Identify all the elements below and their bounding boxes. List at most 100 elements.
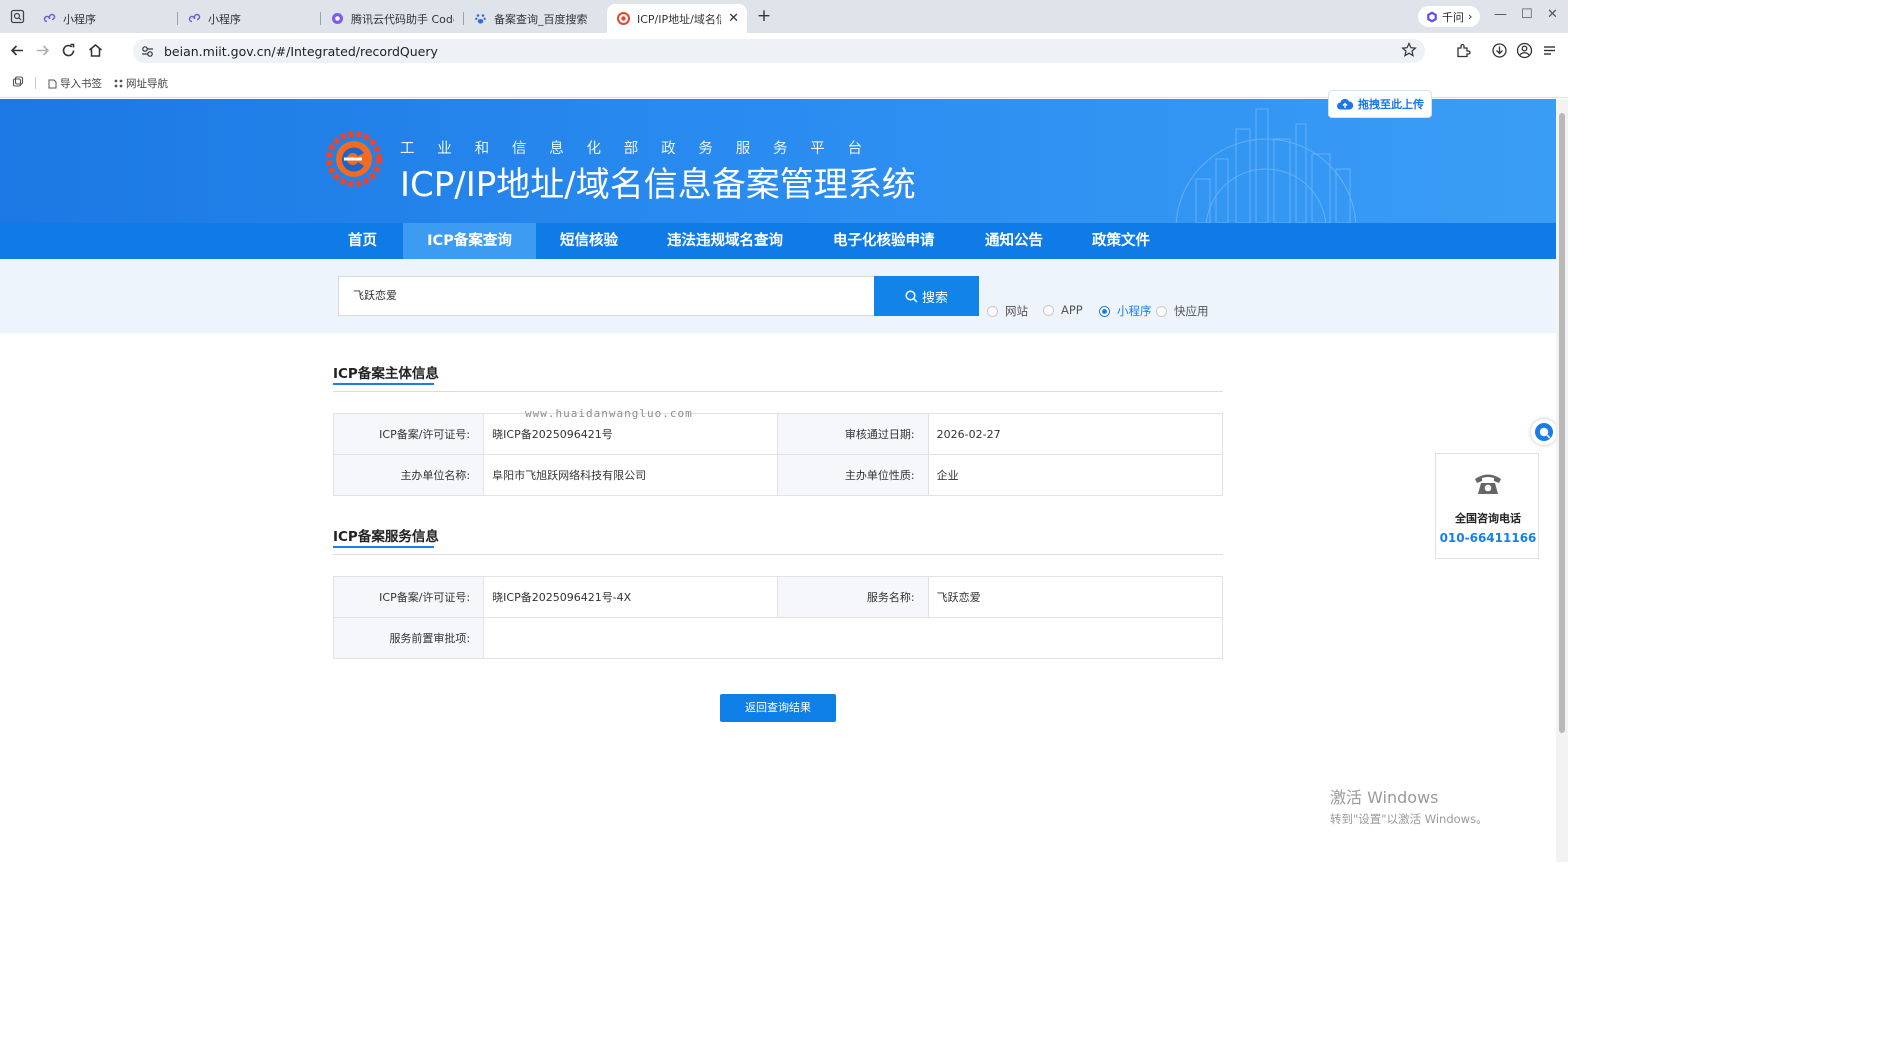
section-underline [333, 383, 434, 385]
upload-label: 拖拽至此上传 [1358, 98, 1424, 111]
float-assistant-icon[interactable] [1531, 419, 1557, 445]
service-license-value: 晓ICP备2025096421号-4X [483, 576, 779, 618]
radio-circle [1156, 305, 1167, 317]
table-row: ICP备案/许可证号: 晓ICP备2025096421号-4X 服务名称: 飞跃… [332, 576, 1224, 618]
tab-mini-program-2[interactable]: 小程序 [178, 4, 321, 33]
chevron-right-icon: › [1468, 10, 1473, 23]
radio-circle-selected [1099, 305, 1110, 317]
url-field[interactable]: beian.miit.gov.cn/#/Integrated/recordQue… [133, 39, 1425, 63]
pre-approval-value [483, 617, 1223, 659]
table-row: 服务前置审批项: [332, 617, 1223, 659]
download-icon[interactable] [1491, 42, 1508, 59]
nav-home[interactable]: 首页 [324, 223, 401, 259]
mini-program-icon [188, 12, 201, 25]
import-bookmark-icon [48, 79, 57, 89]
forward-arrow-icon[interactable] [34, 42, 51, 59]
radio-circle [1043, 304, 1054, 316]
radio-label: 小程序 [1117, 304, 1152, 318]
service-name-value: 飞跃恋爱 [927, 576, 1224, 618]
new-tab-button[interactable]: + [754, 6, 774, 26]
service-info-table: ICP备案/许可证号: 晓ICP备2025096421号-4X 服务名称: 飞跃… [332, 576, 1224, 659]
type-radio-app[interactable]: APP [1043, 303, 1083, 317]
browser-tab-bar: 小程序 小程序 腾讯云代码助手 CodeBu 备案查询_百度搜索 ICP/IP地… [0, 0, 1568, 33]
service-name-label: 服务名称: [777, 576, 929, 618]
maximize-icon[interactable]: ☐ [1521, 7, 1533, 22]
qianwen-label: 千问 [1442, 10, 1464, 24]
table-row: ICP备案/许可证号: 晓ICP备2025096421号 审核通过日期: 202… [332, 413, 1224, 455]
reload-icon[interactable] [60, 42, 77, 59]
approval-date-value: 2026-02-27 [927, 413, 1224, 455]
back-to-results-button[interactable]: 返回查询结果 [720, 694, 836, 722]
tab-icp-active[interactable]: ICP/IP地址/域名信 ✕ [607, 4, 747, 33]
profile-icon[interactable] [1516, 42, 1533, 59]
bookmarks-divider [35, 77, 36, 89]
type-radio-website[interactable]: 网站 [987, 303, 1028, 319]
tab-mini-program-1[interactable]: 小程序 [33, 4, 178, 33]
radio-circle [987, 305, 998, 317]
site-info-icon[interactable] [141, 45, 154, 58]
bookmark-site-nav[interactable]: 网址导航 [114, 76, 168, 91]
main-navigation: 首页 ICP备案查询 短信核验 违法违规域名查询 电子化核验申请 通知公告 政策… [0, 223, 1556, 259]
tab-label: ICP/IP地址/域名信 [637, 12, 721, 26]
section-divider [333, 391, 1223, 392]
license-label: ICP备案/许可证号: [332, 413, 485, 455]
search-icon [905, 289, 918, 303]
bookmark-label: 导入书签 [60, 78, 102, 90]
bookmark-label: 网址导航 [126, 78, 168, 90]
subject-info-title: ICP备案主体信息 [333, 362, 439, 385]
nav-notices[interactable]: 通知公告 [961, 223, 1067, 259]
nav-illegal-domain[interactable]: 违法违规域名查询 [643, 223, 807, 259]
address-bar: beian.miit.gov.cn/#/Integrated/recordQue… [0, 33, 1568, 68]
scrollbar-thumb[interactable] [1559, 113, 1565, 733]
close-tab-icon[interactable]: ✕ [728, 11, 739, 26]
org-type-value: 企业 [927, 454, 1224, 496]
nav-sms-verify[interactable]: 短信核验 [536, 223, 642, 259]
platform-subtitle: 工业和信息化部政务服务平台 [400, 141, 885, 157]
mini-program-icon [43, 12, 56, 25]
bookmark-import[interactable]: 导入书签 [48, 76, 102, 91]
miit-icon [617, 12, 630, 25]
tab-overview-icon[interactable] [10, 9, 25, 24]
search-button-label: 搜索 [921, 290, 948, 306]
minimize-icon[interactable]: — [1494, 7, 1507, 22]
watermark-text: www.huaidanwangluo.com [525, 407, 693, 420]
search-button[interactable]: 搜索 [874, 276, 979, 316]
section-title-text: ICP备案主体信息 [333, 366, 439, 382]
approval-date-label: 审核通过日期: [777, 413, 929, 455]
subject-info-table: ICP备案/许可证号: 晓ICP备2025096421号 审核通过日期: 202… [332, 413, 1224, 496]
qianwen-button[interactable]: 千问 › [1418, 6, 1481, 27]
hotline-label: 全国咨询电话 [1455, 512, 1521, 525]
site-title: ICP/IP地址/域名信息备案管理系统 [400, 165, 916, 205]
tab-label: 小程序 [208, 12, 241, 26]
tab-label: 备案查询_百度搜索 [494, 12, 588, 26]
tab-codebuddy[interactable]: 腾讯云代码助手 CodeBu [321, 4, 464, 33]
radio-label: 网站 [1005, 304, 1028, 318]
codebuddy-icon [331, 12, 344, 25]
tab-baidu-search[interactable]: 备案查询_百度搜索 [464, 4, 607, 33]
type-radio-quick-app[interactable]: 快应用 [1156, 303, 1209, 319]
activate-subtitle: 转到"设置"以激活 Windows。 [1330, 812, 1488, 826]
cloud-upload-icon [1336, 97, 1354, 111]
tab-label: 小程序 [63, 12, 96, 26]
nav-icp-query[interactable]: ICP备案查询 [403, 223, 536, 259]
extensions-icon[interactable] [1455, 42, 1472, 59]
telephone-icon [1472, 468, 1504, 498]
drag-upload-button[interactable]: 拖拽至此上传 [1328, 90, 1432, 118]
grid-icon [114, 79, 123, 88]
nav-e-verify[interactable]: 电子化核验申请 [809, 223, 959, 259]
radio-label: 快应用 [1174, 304, 1209, 318]
radio-label: APP [1061, 303, 1083, 317]
nav-policies[interactable]: 政策文件 [1068, 223, 1174, 259]
back-arrow-icon[interactable] [9, 42, 26, 59]
close-window-icon[interactable]: ✕ [1547, 7, 1558, 22]
menu-icon[interactable] [1541, 42, 1558, 59]
org-name-value: 阜阳市飞旭跃网络科技有限公司 [483, 454, 779, 496]
home-icon[interactable] [87, 42, 104, 59]
bookmark-star-icon[interactable] [1401, 42, 1417, 58]
url-text: beian.miit.gov.cn/#/Integrated/recordQue… [164, 43, 438, 59]
activate-windows-notice: 激活 Windows 转到"设置"以激活 Windows。 [1330, 784, 1488, 827]
search-input[interactable]: 飞跃恋爱 [338, 276, 874, 316]
tab-groups-icon[interactable] [12, 76, 24, 88]
miit-logo-icon [324, 129, 384, 189]
type-radio-mini-program[interactable]: 小程序 [1099, 303, 1152, 319]
